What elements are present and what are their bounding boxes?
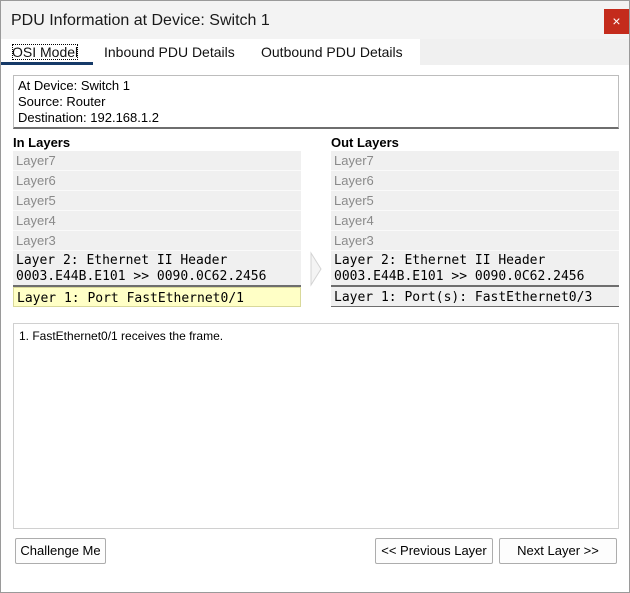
tab-osi-model[interactable]: OSI Model bbox=[1, 39, 93, 65]
destination-text: Destination: 192.168.1.2 bbox=[18, 110, 159, 125]
at-device-text: At Device: Switch 1 bbox=[18, 78, 130, 93]
next-layer-button[interactable]: Next Layer >> bbox=[499, 538, 617, 564]
in-layer-2[interactable]: Layer 2: Ethernet II Header 0003.E44B.E1… bbox=[13, 251, 301, 287]
layer-description-box: 1. FastEthernet0/1 receives the frame. bbox=[13, 323, 619, 529]
pdu-info-window: PDU Information at Device: Switch 1 × OS… bbox=[0, 0, 630, 593]
out-layer-1-label: Layer 1: Port(s): FastEthernet0/3 bbox=[334, 290, 593, 305]
close-button[interactable]: × bbox=[604, 9, 629, 34]
device-info-box: At Device: Switch 1 Source: Router Desti… bbox=[13, 75, 619, 129]
title-bar: PDU Information at Device: Switch 1 × bbox=[1, 1, 629, 39]
tab-inbound-pdu-details[interactable]: Inbound PDU Details bbox=[93, 39, 250, 65]
source-text: Source: Router bbox=[18, 94, 106, 109]
window-title: PDU Information at Device: Switch 1 bbox=[11, 12, 270, 29]
in-layer-2-addresses: 0003.E44B.E101 >> 0090.0C62.2456 bbox=[16, 269, 267, 284]
out-layers-list: Layer7 Layer6 Layer5 Layer4 Layer3 Layer… bbox=[331, 151, 619, 380]
out-layer-2-addresses: 0003.E44B.E101 >> 0090.0C62.2456 bbox=[334, 269, 585, 284]
out-layer-2[interactable]: Layer 2: Ethernet II Header 0003.E44B.E1… bbox=[331, 251, 619, 287]
tab-inbound-pdu-details-label: Inbound PDU Details bbox=[104, 44, 235, 60]
in-layer-6[interactable]: Layer6 bbox=[13, 171, 301, 191]
right-chevron-icon bbox=[310, 251, 322, 287]
osi-model-panel: At Device: Switch 1 Source: Router Desti… bbox=[1, 65, 629, 592]
out-layer-2-title: Layer 2: Ethernet II Header bbox=[334, 253, 546, 268]
challenge-me-button[interactable]: Challenge Me bbox=[15, 538, 106, 564]
close-icon: × bbox=[612, 13, 621, 29]
out-layer-3[interactable]: Layer3 bbox=[331, 231, 619, 251]
in-layer-3[interactable]: Layer3 bbox=[13, 231, 301, 251]
in-layer-1-label: Layer 1: Port FastEthernet0/1 bbox=[17, 291, 244, 306]
out-layer-5[interactable]: Layer5 bbox=[331, 191, 619, 211]
in-layers-list: Layer7 Layer6 Layer5 Layer4 Layer3 Layer… bbox=[13, 151, 301, 380]
out-layer-7[interactable]: Layer7 bbox=[331, 151, 619, 171]
in-layer-2-title: Layer 2: Ethernet II Header bbox=[16, 253, 228, 268]
tab-outbound-pdu-details-label: Outbound PDU Details bbox=[261, 44, 403, 60]
layer-description-text: 1. FastEthernet0/1 receives the frame. bbox=[19, 329, 224, 343]
in-layer-4[interactable]: Layer4 bbox=[13, 211, 301, 231]
out-layer-6[interactable]: Layer6 bbox=[331, 171, 619, 191]
tab-osi-model-label: OSI Model bbox=[12, 44, 79, 60]
previous-layer-button[interactable]: << Previous Layer bbox=[375, 538, 493, 564]
in-layers-heading: In Layers bbox=[13, 135, 71, 150]
in-layer-1[interactable]: Layer 1: Port FastEthernet0/1 bbox=[13, 287, 301, 307]
out-layers-heading: Out Layers bbox=[331, 135, 399, 150]
in-layer-5[interactable]: Layer5 bbox=[13, 191, 301, 211]
in-layer-7[interactable]: Layer7 bbox=[13, 151, 301, 171]
tab-outbound-pdu-details[interactable]: Outbound PDU Details bbox=[250, 39, 420, 65]
out-layer-4[interactable]: Layer4 bbox=[331, 211, 619, 231]
out-layer-1[interactable]: Layer 1: Port(s): FastEthernet0/3 bbox=[331, 287, 619, 307]
tab-bar: OSI Model Inbound PDU Details Outbound P… bbox=[1, 39, 629, 65]
